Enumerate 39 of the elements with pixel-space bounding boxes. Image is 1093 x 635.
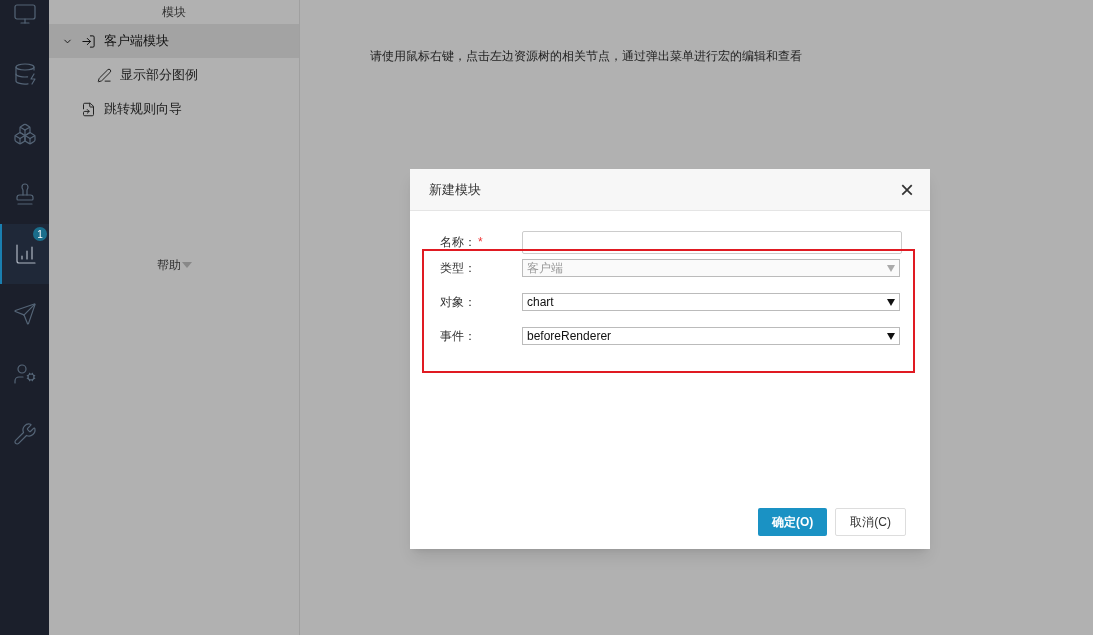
tree-item[interactable]: 跳转规则向导 bbox=[49, 92, 299, 126]
cubes-icon bbox=[12, 122, 37, 146]
dropdown[interactable]: chart bbox=[522, 293, 900, 311]
tree-item[interactable]: 显示部分图例 bbox=[49, 58, 299, 92]
nav-item[interactable]: 1 bbox=[0, 224, 49, 284]
dropdown-arrow-icon bbox=[887, 332, 895, 340]
paper-plane-icon bbox=[12, 302, 37, 326]
field-label: 对象： bbox=[440, 294, 476, 311]
dropdown-value: beforeRenderer bbox=[527, 328, 612, 345]
tree-item[interactable]: 客户端模块 bbox=[49, 24, 299, 58]
module-icon bbox=[81, 33, 96, 49]
field-label: 事件： bbox=[440, 328, 476, 345]
field-label: 名称： bbox=[440, 234, 476, 251]
monitor-icon bbox=[12, 2, 37, 26]
dropdown-arrow-icon bbox=[887, 264, 895, 272]
tree-label: 显示部分图例 bbox=[120, 66, 198, 85]
help-button[interactable]: 帮助 bbox=[156, 256, 192, 274]
input-field[interactable] bbox=[522, 230, 902, 254]
document-icon bbox=[81, 101, 96, 117]
count-badge: 1 bbox=[33, 227, 47, 241]
person-gear-icon bbox=[12, 362, 37, 386]
dropdown-arrow-icon bbox=[887, 298, 895, 306]
dialog-title: 新建模块 bbox=[429, 180, 481, 199]
field-label: 类型： bbox=[440, 260, 476, 277]
dropdown[interactable]: beforeRenderer bbox=[522, 327, 900, 345]
tree-label: 客户端模块 bbox=[104, 32, 169, 51]
dropdown-value: chart bbox=[527, 294, 554, 311]
wrench-icon bbox=[12, 422, 37, 446]
cancel-button[interactable]: 取消(C) bbox=[835, 508, 906, 536]
hint-text: 请使用鼠标右键，点击左边资源树的相关节点，通过弹出菜单进行宏的编辑和查看 bbox=[370, 48, 803, 65]
dropdown-value: 客户端 bbox=[527, 260, 563, 277]
tree-label: 跳转规则向导 bbox=[104, 100, 182, 119]
close-button[interactable]: × bbox=[900, 177, 914, 202]
bar-chart-icon bbox=[13, 242, 38, 266]
required-mark: * bbox=[478, 234, 483, 251]
pen-icon bbox=[97, 67, 112, 83]
panel-title: 模块 bbox=[161, 4, 187, 21]
database-icon bbox=[12, 62, 37, 86]
confirm-button[interactable]: 确定(O) bbox=[758, 508, 828, 536]
